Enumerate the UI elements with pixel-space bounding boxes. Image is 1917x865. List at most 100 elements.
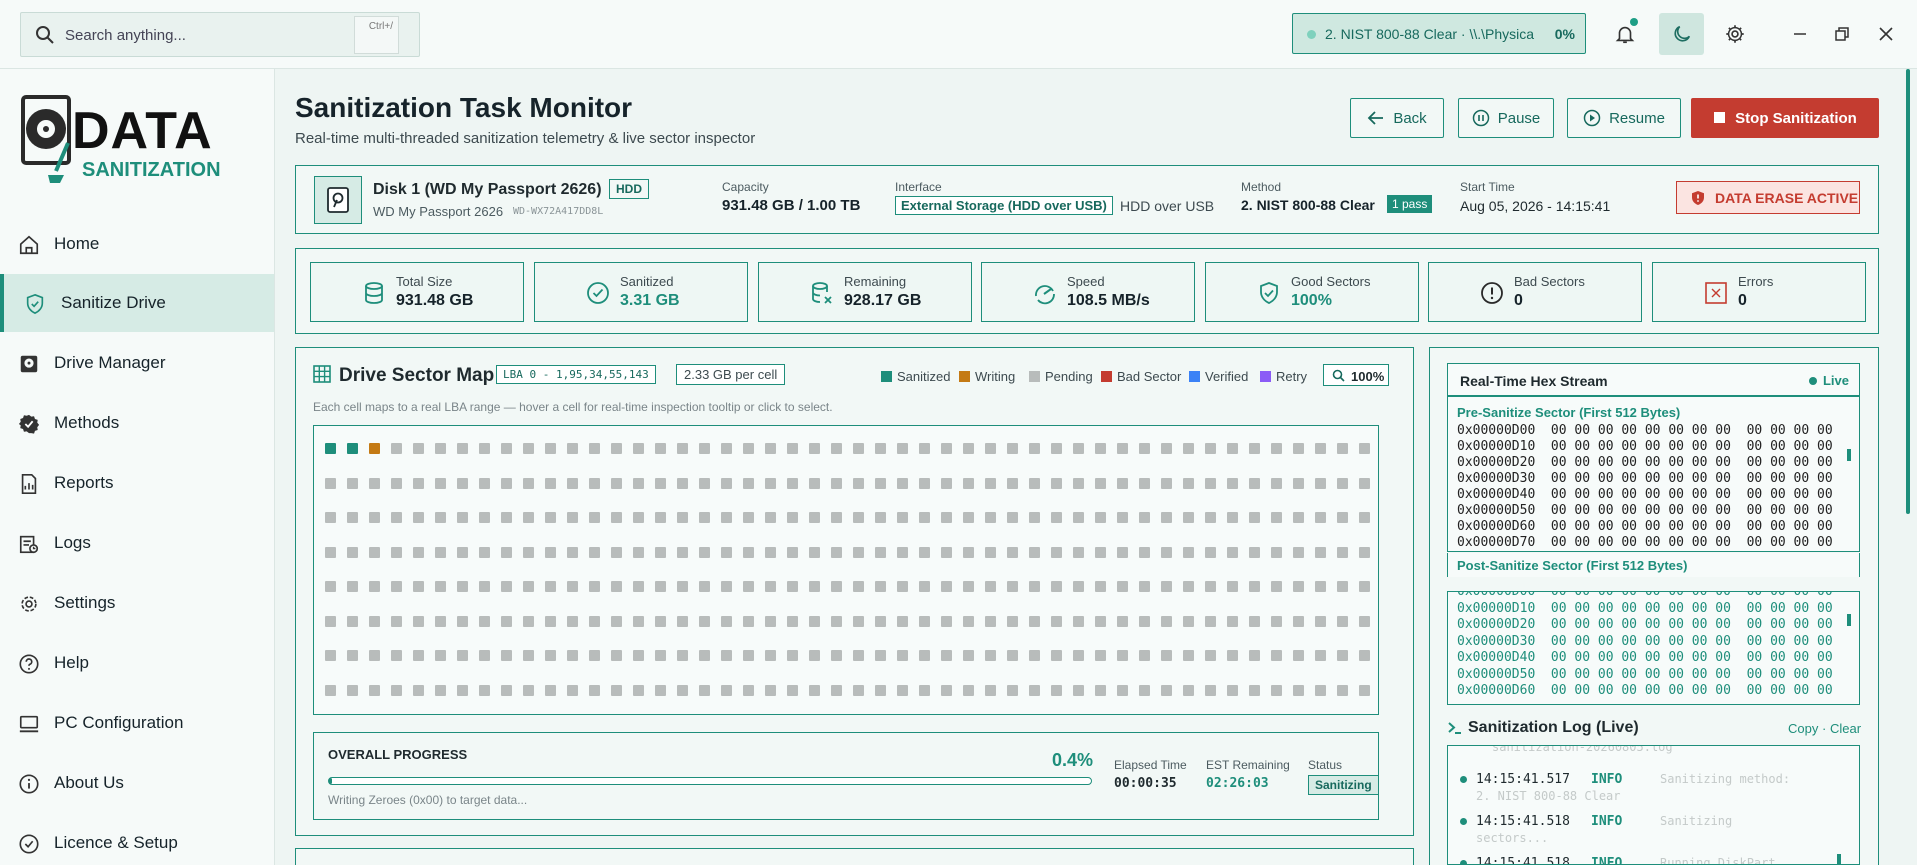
sidebar-item-reports[interactable]: Reports	[0, 454, 274, 512]
sector-cell[interactable]	[787, 546, 798, 558]
sector-cell[interactable]	[985, 477, 996, 489]
sector-cell[interactable]	[831, 477, 842, 489]
post-sanitize-hex-pane[interactable]: 0x00000D00 00 00 00 00 00 00 00 00 00 00…	[1447, 591, 1860, 705]
sector-cell[interactable]	[897, 443, 908, 454]
sector-cell[interactable]	[1359, 512, 1370, 523]
sector-cell[interactable]	[787, 512, 798, 523]
sector-cell[interactable]	[897, 546, 908, 558]
sector-cell[interactable]	[765, 443, 776, 454]
sector-cell[interactable]	[941, 546, 952, 558]
sector-cell[interactable]	[325, 443, 336, 454]
sector-cell[interactable]	[831, 512, 842, 523]
sector-cell[interactable]	[347, 684, 358, 696]
sector-cell[interactable]	[1293, 443, 1304, 454]
sector-cell[interactable]	[1337, 546, 1348, 558]
sector-cell[interactable]	[963, 512, 974, 523]
sector-cell[interactable]	[941, 477, 952, 489]
sector-cell[interactable]	[1073, 477, 1084, 489]
active-task-chip[interactable]: 2. NIST 800-88 Clear · \\.\Physica... 0%	[1292, 13, 1586, 54]
sector-cell[interactable]	[633, 512, 644, 523]
sector-cell[interactable]	[1249, 512, 1260, 523]
sector-cell[interactable]	[809, 546, 820, 558]
sector-cell[interactable]	[479, 443, 490, 454]
sector-cell[interactable]	[1183, 512, 1194, 523]
sector-cell[interactable]	[919, 615, 930, 627]
sector-cell[interactable]	[1073, 512, 1084, 523]
sector-cell[interactable]	[1315, 443, 1326, 454]
sector-cell[interactable]	[611, 581, 622, 592]
sector-cell[interactable]	[1007, 581, 1018, 592]
sector-cell[interactable]	[875, 546, 886, 558]
sector-cell[interactable]	[567, 684, 578, 696]
sector-cell[interactable]	[875, 581, 886, 592]
sector-cell[interactable]	[391, 512, 402, 523]
sector-cell[interactable]	[1271, 512, 1282, 523]
sector-cell[interactable]	[479, 477, 490, 489]
sector-cell[interactable]	[1117, 650, 1128, 661]
sector-cell[interactable]	[1029, 477, 1040, 489]
sector-cell[interactable]	[369, 546, 380, 558]
sector-cell[interactable]	[985, 581, 996, 592]
sector-cell[interactable]	[413, 443, 424, 454]
sector-cell[interactable]	[545, 477, 556, 489]
sector-cell[interactable]	[325, 581, 336, 592]
sector-cell[interactable]	[721, 477, 732, 489]
sector-cell[interactable]	[391, 650, 402, 661]
sector-cell[interactable]	[1293, 546, 1304, 558]
sector-cell[interactable]	[1051, 546, 1062, 558]
sector-cell[interactable]	[1139, 581, 1150, 592]
pause-button[interactable]: Pause	[1458, 98, 1554, 138]
sector-cell[interactable]	[347, 650, 358, 661]
sector-cell[interactable]	[875, 615, 886, 627]
sector-cell[interactable]	[699, 650, 710, 661]
sector-cell[interactable]	[589, 650, 600, 661]
sector-cell[interactable]	[743, 546, 754, 558]
sector-cell[interactable]	[765, 615, 776, 627]
sector-cell[interactable]	[1007, 615, 1018, 627]
sector-cell[interactable]	[809, 650, 820, 661]
sector-cell[interactable]	[1249, 546, 1260, 558]
sector-cell[interactable]	[765, 581, 776, 592]
sector-cell[interactable]	[919, 684, 930, 696]
sector-cell[interactable]	[589, 512, 600, 523]
sector-cell[interactable]	[721, 443, 732, 454]
sector-cell[interactable]	[853, 477, 864, 489]
sector-cell[interactable]	[413, 684, 424, 696]
sector-cell[interactable]	[1227, 650, 1238, 661]
sector-cell[interactable]	[941, 615, 952, 627]
sector-cell[interactable]	[1249, 443, 1260, 454]
sector-cell[interactable]	[1293, 581, 1304, 592]
sector-cell[interactable]	[1359, 581, 1370, 592]
sector-cell[interactable]	[413, 546, 424, 558]
settings-button[interactable]	[1716, 16, 1754, 52]
sector-cell[interactable]	[1271, 546, 1282, 558]
sector-cell[interactable]	[391, 615, 402, 627]
sector-cell[interactable]	[1095, 615, 1106, 627]
sidebar-item-logs[interactable]: Logs	[0, 514, 274, 572]
sector-cell[interactable]	[501, 477, 512, 489]
resume-button[interactable]: Resume	[1567, 98, 1681, 138]
back-button[interactable]: Back	[1350, 98, 1444, 138]
sector-cell[interactable]	[1007, 477, 1018, 489]
sector-cell[interactable]	[985, 615, 996, 627]
sector-cell[interactable]	[1161, 546, 1172, 558]
sector-cell[interactable]	[391, 443, 402, 454]
sector-cell[interactable]	[1095, 477, 1106, 489]
sector-cell[interactable]	[655, 443, 666, 454]
sector-cell[interactable]	[1161, 581, 1172, 592]
sector-cell[interactable]	[391, 581, 402, 592]
sidebar-item-sanitize-drive[interactable]: Sanitize Drive	[0, 274, 274, 332]
sector-cell[interactable]	[369, 650, 380, 661]
sector-cell[interactable]	[875, 477, 886, 489]
sector-cell[interactable]	[325, 615, 336, 627]
sector-cell[interactable]	[743, 477, 754, 489]
sector-cell[interactable]	[1029, 443, 1040, 454]
minimize-button[interactable]	[1781, 16, 1819, 52]
sector-cell[interactable]	[523, 615, 534, 627]
sector-cell[interactable]	[1117, 684, 1128, 696]
sector-cell[interactable]	[1007, 684, 1018, 696]
sector-cell[interactable]	[523, 650, 534, 661]
sector-cell[interactable]	[787, 477, 798, 489]
sector-cell[interactable]	[1227, 615, 1238, 627]
sector-cell[interactable]	[1117, 546, 1128, 558]
